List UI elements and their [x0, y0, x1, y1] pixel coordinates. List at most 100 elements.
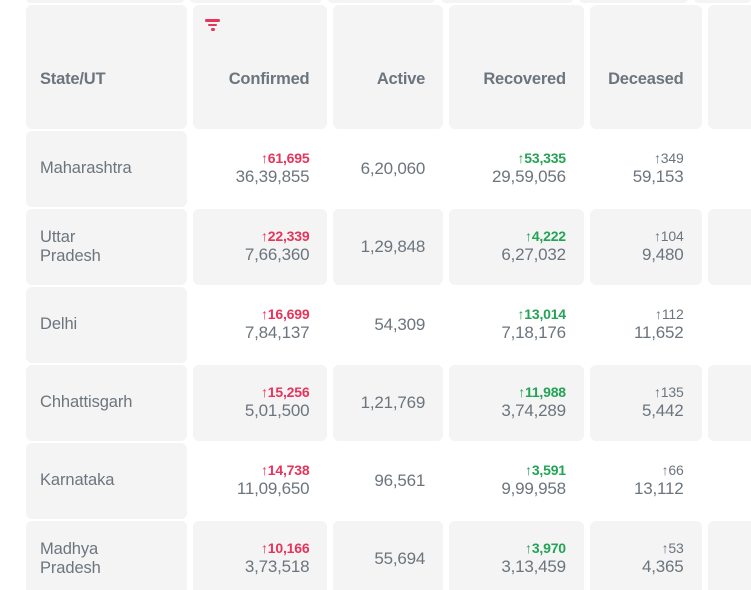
cell-deceased: ↑53 4,365	[589, 521, 702, 590]
confirmed-delta: ↑16,699	[261, 306, 310, 323]
deceased-delta: ↑104	[653, 228, 684, 245]
state-name: Karnataka	[40, 471, 115, 490]
deceased-total: 5,442	[642, 401, 684, 421]
cell-clipped	[708, 131, 751, 207]
cell-active: 54,309	[333, 287, 443, 363]
active-total: 1,29,848	[360, 237, 426, 257]
recovered-delta: ↑4,222	[525, 228, 566, 245]
cell-deceased: ↑66 13,112	[590, 443, 702, 519]
cell-deceased: ↑135 5,442	[589, 365, 702, 441]
filter-icon[interactable]	[203, 19, 223, 31]
confirmed-total: 5,01,500	[244, 401, 310, 421]
table-row[interactable]: Uttar Pradesh ↑22,339 7,66,360 1,29,848 ↑…	[26, 209, 751, 285]
confirmed-delta: ↑61,695	[261, 150, 310, 167]
recovered-total: 29,59,056	[492, 167, 566, 187]
cell-clipped	[707, 365, 751, 441]
cell-clipped	[707, 209, 751, 285]
state-name: Madhya Pradesh	[40, 539, 101, 577]
deceased-total: 4,365	[642, 557, 684, 577]
cell-clipped	[708, 287, 751, 363]
column-header-recovered-label: Recovered	[483, 69, 566, 88]
cell-recovered: ↑3,970 3,13,459	[449, 521, 584, 590]
cell-active: 6,20,060	[333, 131, 443, 207]
column-header-deceased-label: Deceased	[608, 69, 684, 88]
deceased-delta: ↑112	[655, 306, 684, 323]
table-row[interactable]: Madhya Pradesh ↑10,166 3,73,518 55,694 ↑3…	[26, 521, 751, 590]
table-row[interactable]: Karnataka ↑14,738 11,09,650 96,561 ↑3,59…	[26, 443, 751, 519]
recovered-delta: ↑3,970	[525, 540, 566, 557]
active-total: 54,309	[374, 315, 426, 335]
cell-state: Uttar Pradesh	[26, 209, 187, 285]
column-header-state-label: State/UT	[40, 69, 106, 88]
recovered-total: 3,74,289	[501, 401, 566, 421]
confirmed-delta: ↑22,339	[261, 228, 310, 245]
cell-confirmed: ↑10,166 3,73,518	[192, 521, 328, 590]
recovered-total: 7,18,176	[501, 323, 566, 343]
deceased-total: 13,112	[634, 479, 684, 499]
active-total: 96,561	[374, 471, 426, 491]
cell-recovered: ↑13,014 7,18,176	[449, 287, 584, 363]
deceased-total: 11,652	[634, 323, 684, 343]
column-header-active-label: Active	[376, 69, 426, 88]
cell-state: Delhi	[26, 287, 187, 363]
state-name: Maharashtra	[40, 159, 132, 178]
recovered-total: 3,13,459	[501, 557, 566, 577]
active-total: 1,21,769	[360, 393, 426, 413]
column-header-clipped[interactable]	[707, 5, 751, 129]
column-header-state[interactable]: State/UT	[26, 5, 187, 129]
table-row[interactable]: Maharashtra ↑61,695 36,39,855 6,20,060 ↑…	[26, 131, 751, 207]
column-header-confirmed[interactable]: Confirmed	[192, 5, 328, 129]
state-name: Delhi	[40, 315, 78, 334]
recovered-delta: ↑3,591	[525, 462, 566, 479]
cell-deceased: ↑104 9,480	[589, 209, 702, 285]
active-total: 6,20,060	[360, 159, 426, 179]
column-header-active[interactable]: Active	[333, 5, 444, 129]
recovered-delta: ↑13,014	[517, 306, 566, 323]
deceased-delta: ↑53	[661, 540, 684, 557]
table-row[interactable]: Delhi ↑16,699 7,84,137 54,309 ↑13,014 7,…	[26, 287, 751, 363]
table-row[interactable]: Chhattisgarh ↑15,256 5,01,500 1,21,769 ↑…	[26, 365, 751, 441]
deceased-delta: ↑66	[661, 462, 684, 479]
cell-active: 96,561	[333, 443, 443, 519]
confirmed-total: 36,39,855	[235, 167, 310, 187]
table-header-row: State/UT Confirmed Active Recovered Dece…	[26, 5, 751, 129]
cell-active: 1,29,848	[333, 209, 444, 285]
recovered-total: 9,99,958	[501, 479, 566, 499]
cell-state: Karnataka	[26, 443, 187, 519]
column-header-recovered[interactable]: Recovered	[449, 5, 584, 129]
cell-recovered: ↑4,222 6,27,032	[449, 209, 584, 285]
scrolled-off-row-sliver	[26, 0, 751, 3]
cell-recovered: ↑11,988 3,74,289	[449, 365, 584, 441]
confirmed-total: 11,09,650	[236, 479, 310, 499]
confirmed-delta: ↑10,166	[261, 540, 310, 557]
confirmed-delta: ↑15,256	[261, 384, 310, 401]
state-name: Uttar Pradesh	[40, 227, 101, 265]
covid-state-table-screen: State/UT Confirmed Active Recovered Dece…	[0, 0, 751, 590]
cell-clipped	[708, 443, 751, 519]
state-name: Chhattisgarh	[40, 393, 133, 412]
cell-clipped	[707, 521, 751, 590]
cell-state: Madhya Pradesh	[26, 521, 187, 590]
recovered-delta: ↑53,335	[517, 150, 566, 167]
cell-active: 1,21,769	[333, 365, 444, 441]
column-header-confirmed-label: Confirmed	[228, 69, 310, 88]
cell-confirmed: ↑61,695 36,39,855	[193, 131, 328, 207]
cell-confirmed: ↑15,256 5,01,500	[192, 365, 328, 441]
cell-recovered: ↑3,591 9,99,958	[449, 443, 584, 519]
cell-deceased: ↑349 59,153	[590, 131, 702, 207]
recovered-delta: ↑11,988	[518, 384, 566, 401]
active-total: 55,694	[374, 549, 426, 569]
confirmed-total: 7,84,137	[244, 323, 310, 343]
deceased-total: 9,480	[642, 245, 684, 265]
deceased-total: 59,153	[632, 167, 684, 187]
deceased-delta: ↑135	[653, 384, 684, 401]
column-header-deceased[interactable]: Deceased	[589, 5, 702, 129]
cell-active: 55,694	[333, 521, 444, 590]
cell-state: Chhattisgarh	[26, 365, 187, 441]
cell-state: Maharashtra	[26, 131, 187, 207]
recovered-total: 6,27,032	[501, 245, 566, 265]
confirmed-delta: ↑14,738	[261, 462, 310, 479]
state-statistics-table: State/UT Confirmed Active Recovered Dece…	[26, 5, 751, 590]
cell-confirmed: ↑16,699 7,84,137	[193, 287, 328, 363]
cell-recovered: ↑53,335 29,59,056	[449, 131, 584, 207]
